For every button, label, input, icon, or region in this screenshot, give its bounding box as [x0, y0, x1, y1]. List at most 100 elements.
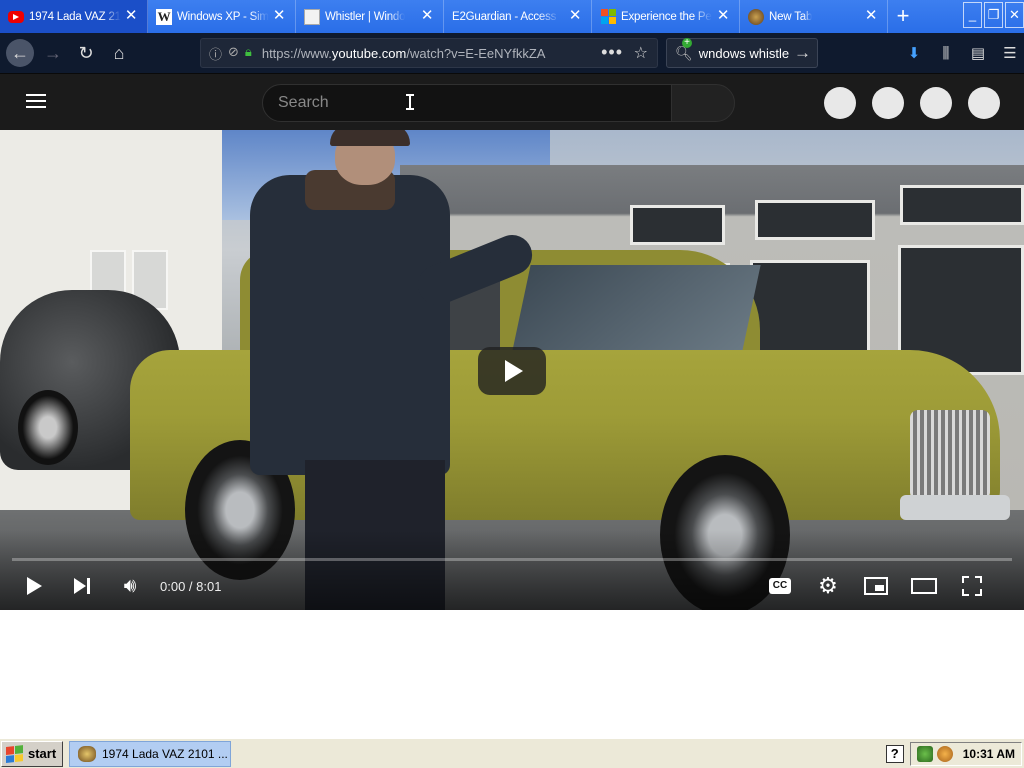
tracking-protection-icon[interactable]: ⊘	[228, 44, 239, 63]
close-icon[interactable]: ✕	[419, 8, 435, 24]
lock-icon: 🔒︎	[244, 43, 252, 59]
time-display: 0:00 / 8:01	[160, 578, 222, 594]
window-controls: _ ❐ ✕	[963, 2, 1024, 28]
system-tray: ? 10:31 AM	[885, 741, 1022, 767]
guide-menu-icon[interactable]	[26, 94, 46, 109]
close-icon[interactable]: ✕	[123, 8, 139, 24]
page-actions-icon[interactable]: •••	[601, 42, 623, 63]
new-tab-button[interactable]: +	[888, 0, 918, 33]
video-player[interactable]: 🔊︎ 0:00 / 8:01 CC ⚙	[0, 130, 1024, 610]
page-icon	[304, 8, 320, 25]
theater-mode-button[interactable]	[900, 566, 948, 606]
microsoft-icon	[600, 8, 616, 25]
tab-title: 1974 Lada VAZ 21	[29, 10, 121, 23]
tab-experience[interactable]: Experience the Pe ✕	[592, 0, 740, 33]
url-domain: youtube.com	[331, 45, 407, 61]
masthead-button[interactable]	[824, 87, 856, 119]
search-query: wndows whistle	[698, 45, 790, 61]
clock[interactable]: 10:31 AM	[963, 747, 1015, 761]
subtitles-button[interactable]: CC	[756, 566, 804, 606]
minimize-icon[interactable]: _	[963, 2, 982, 28]
settings-button[interactable]: ⚙	[804, 566, 852, 606]
download-icon[interactable]: ⬇	[900, 39, 928, 67]
navigation-toolbar: ← → ↻ ⌂ ⓘ ⊘ 🔒︎ https://www.youtube.com/w…	[0, 33, 1024, 73]
menu-icon[interactable]: ☰	[996, 39, 1024, 67]
tab-youtube-lada[interactable]: 1974 Lada VAZ 21 ✕	[0, 0, 148, 33]
url-text[interactable]: https://www.youtube.com/watch?v=E-EeNYfk…	[262, 46, 546, 61]
network-icon[interactable]	[916, 746, 933, 762]
mute-button[interactable]: 🔊︎	[106, 566, 154, 606]
tab-new-tab[interactable]: New Tab ✕	[740, 0, 888, 33]
back-button[interactable]: ←	[6, 39, 34, 67]
toolbar-right: ⬇ ⫼ ▤ ☰	[900, 39, 1024, 67]
progress-bar[interactable]	[12, 558, 1012, 561]
search-icon: 🔍︎	[675, 37, 693, 62]
forward-button[interactable]: →	[39, 39, 67, 67]
reload-button[interactable]: ↻	[72, 39, 100, 67]
youtube-search-input[interactable]: Search	[262, 84, 672, 122]
taskbar: start 1974 Lada VAZ 2101 ... ? 10:31 AM	[0, 738, 1024, 768]
player-controls: 🔊︎ 0:00 / 8:01 CC ⚙	[0, 566, 1024, 606]
url-path: /watch?v=E-EeNYfkkZA	[406, 45, 546, 61]
library-icon[interactable]: ⫼	[932, 39, 960, 67]
url-prefix: https://www.	[261, 45, 332, 61]
tab-title: Whistler | Windo	[325, 10, 406, 23]
miniplayer-icon	[864, 577, 888, 595]
sidebar-icon[interactable]: ▤	[964, 39, 992, 67]
search-tray-icon[interactable]	[936, 746, 953, 762]
next-button[interactable]	[58, 566, 106, 606]
miniplayer-button[interactable]	[852, 566, 900, 606]
close-window-icon[interactable]: ✕	[1005, 2, 1024, 28]
address-bar[interactable]: ⓘ ⊘ 🔒︎ https://www.youtube.com/watch?v=E…	[200, 38, 658, 68]
theater-icon	[911, 578, 937, 594]
masthead-button[interactable]	[872, 87, 904, 119]
player-controls-right: CC ⚙	[756, 566, 996, 606]
youtube-search-button[interactable]	[671, 84, 735, 122]
play-button[interactable]	[10, 566, 58, 606]
go-arrow-icon[interactable]: →	[794, 43, 811, 63]
masthead-button[interactable]	[920, 87, 952, 119]
start-button[interactable]: start	[1, 740, 63, 767]
windows-flag-icon	[6, 744, 24, 763]
cc-icon: CC	[769, 578, 791, 594]
play-icon	[26, 577, 42, 595]
volume-icon: 🔊︎	[123, 574, 137, 597]
text-cursor-icon	[406, 94, 414, 110]
notification-area: 10:31 AM	[909, 742, 1022, 766]
taskbar-window-button[interactable]: 1974 Lada VAZ 2101 ...	[69, 740, 231, 767]
restore-icon[interactable]: ❐	[984, 2, 1003, 28]
close-icon[interactable]: ✕	[715, 8, 731, 24]
gear-icon: ⚙	[818, 573, 838, 598]
info-icon[interactable]: ⓘ	[209, 44, 222, 63]
tab-strip: 1974 Lada VAZ 21 ✕ W Windows XP - Sim ✕ …	[0, 0, 1024, 33]
search-placeholder: Search	[278, 94, 329, 111]
tab-windows-xp[interactable]: W Windows XP - Sim ✕	[148, 0, 296, 33]
home-button[interactable]: ⌂	[105, 39, 133, 67]
tab-title: Experience the Pe	[621, 10, 712, 23]
browser-icon	[78, 745, 96, 762]
tab-e2guardian[interactable]: E2Guardian - Access D ✕	[444, 0, 592, 33]
site-info-icons[interactable]: ⓘ ⊘ 🔒︎	[209, 44, 252, 63]
next-icon	[74, 578, 90, 594]
fullscreen-icon	[962, 576, 982, 596]
taskbar-window-label: 1974 Lada VAZ 2101 ...	[102, 746, 228, 761]
masthead-buttons	[824, 87, 1000, 119]
tab-whistler[interactable]: Whistler | Windo ✕	[296, 0, 444, 33]
fullscreen-button[interactable]	[948, 566, 996, 606]
page-content-area	[0, 610, 1024, 738]
start-label: start	[28, 746, 57, 761]
youtube-icon	[8, 10, 24, 23]
browser-search-bar[interactable]: 🔍︎ wndows whistle →	[666, 37, 818, 68]
tab-title: New Tab	[769, 10, 813, 23]
wikipedia-icon: W	[156, 8, 172, 25]
bookmark-star-icon[interactable]: ☆	[634, 43, 648, 63]
close-icon[interactable]: ✕	[271, 8, 287, 24]
masthead-button[interactable]	[968, 87, 1000, 119]
close-icon[interactable]: ✕	[863, 8, 879, 24]
large-play-button[interactable]	[478, 347, 546, 395]
tab-title: E2Guardian - Access D	[452, 10, 560, 23]
tab-title: Windows XP - Sim	[177, 10, 269, 23]
help-icon[interactable]: ?	[885, 745, 904, 763]
youtube-masthead: Search	[0, 73, 1024, 130]
close-icon[interactable]: ✕	[567, 8, 583, 24]
